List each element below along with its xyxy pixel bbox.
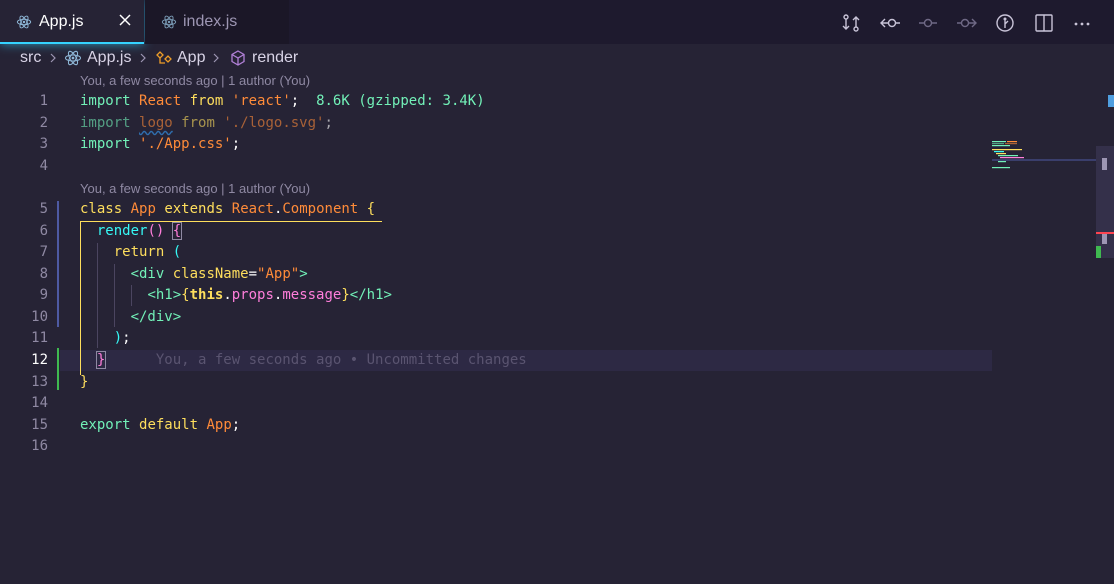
code-line[interactable]: ); — [80, 328, 131, 349]
line-number: 1 — [39, 93, 48, 109]
git-commit-icon[interactable] — [917, 12, 939, 34]
code-line[interactable]: import React from 'react'; 8.6K (gzipped… — [80, 91, 485, 112]
code-line[interactable]: </div> — [80, 307, 182, 328]
react-icon — [16, 15, 32, 29]
line-number: 7 — [39, 244, 48, 260]
breadcrumb-class[interactable]: App — [177, 49, 205, 67]
code-line-current[interactable]: } You, a few seconds ago • Uncommitted c… — [80, 350, 527, 371]
go-back-change-icon[interactable] — [879, 12, 901, 34]
chevron-right-icon — [50, 53, 56, 63]
line-number: 4 — [39, 158, 48, 174]
breadcrumb-method[interactable]: render — [252, 49, 298, 67]
overview-ruler-mark — [1108, 95, 1114, 107]
code-line[interactable]: } — [80, 372, 88, 393]
minimap[interactable] — [990, 140, 1100, 180]
line-number: 6 — [39, 223, 48, 239]
code-line[interactable]: <h1>{this.props.message}</h1> — [80, 285, 392, 306]
overview-ruler-mark — [1096, 232, 1114, 234]
tab-app-js[interactable]: App.js — [0, 0, 144, 44]
overview-ruler-mark — [1096, 246, 1101, 258]
code-line[interactable]: class App extends React.Component { — [80, 199, 375, 220]
method-symbol-icon — [231, 50, 245, 66]
line-number: 13 — [31, 374, 48, 390]
line-number: 9 — [39, 287, 48, 303]
close-icon[interactable] — [116, 11, 134, 29]
gutter-modified-mark — [57, 201, 59, 327]
code-lens-blame[interactable]: You, a few seconds ago | 1 author (You) — [80, 180, 310, 198]
chevron-right-icon — [140, 53, 146, 63]
breadcrumb-src[interactable]: src — [20, 49, 41, 67]
react-icon — [64, 50, 82, 66]
line-number: 8 — [39, 266, 48, 282]
line-number: 5 — [39, 201, 48, 217]
tab-label: index.js — [183, 13, 238, 30]
line-number-current: 12 — [31, 352, 48, 368]
chevron-right-icon — [213, 53, 219, 63]
tab-index-js[interactable]: index.js — [145, 0, 289, 44]
line-number: 11 — [31, 330, 48, 346]
code-line[interactable]: export default App; — [80, 415, 240, 436]
git-compare-icon[interactable] — [840, 12, 862, 34]
breadcrumb-file[interactable]: App.js — [87, 49, 131, 67]
line-number: 10 — [31, 309, 48, 325]
code-line[interactable]: import './App.css'; — [80, 134, 240, 155]
go-forward-change-icon[interactable] — [956, 12, 978, 34]
gutter-added-mark — [57, 348, 59, 390]
class-symbol-icon — [156, 51, 172, 64]
import-cost-annotation: 8.6K (gzipped: 3.4K) — [316, 93, 485, 109]
line-number: 14 — [31, 395, 48, 411]
breadcrumb: src App.js App render — [0, 44, 1114, 72]
code-editor[interactable]: You, a few seconds ago | 1 author (You) … — [0, 72, 1114, 584]
tab-bar: App.js index.js — [0, 0, 1114, 44]
line-number: 2 — [39, 115, 48, 131]
inline-blame: You, a few seconds ago • Uncommitted cha… — [155, 352, 527, 368]
code-lens-blame[interactable]: You, a few seconds ago | 1 author (You) — [80, 72, 310, 90]
more-actions-icon[interactable] — [1071, 12, 1093, 34]
tab-label: App.js — [39, 13, 84, 30]
code-line[interactable]: import logo from './logo.svg'; — [80, 113, 333, 134]
git-history-icon[interactable] — [994, 12, 1016, 34]
overview-ruler-mark — [1102, 158, 1107, 170]
code-line[interactable]: return ( — [80, 242, 181, 263]
line-number: 15 — [31, 417, 48, 433]
react-icon — [161, 15, 177, 29]
line-number: 16 — [31, 438, 48, 454]
code-line[interactable]: <div className="App"> — [80, 264, 308, 285]
split-editor-icon[interactable] — [1033, 12, 1055, 34]
line-number: 3 — [39, 136, 48, 152]
code-line[interactable]: render() { — [80, 221, 183, 242]
